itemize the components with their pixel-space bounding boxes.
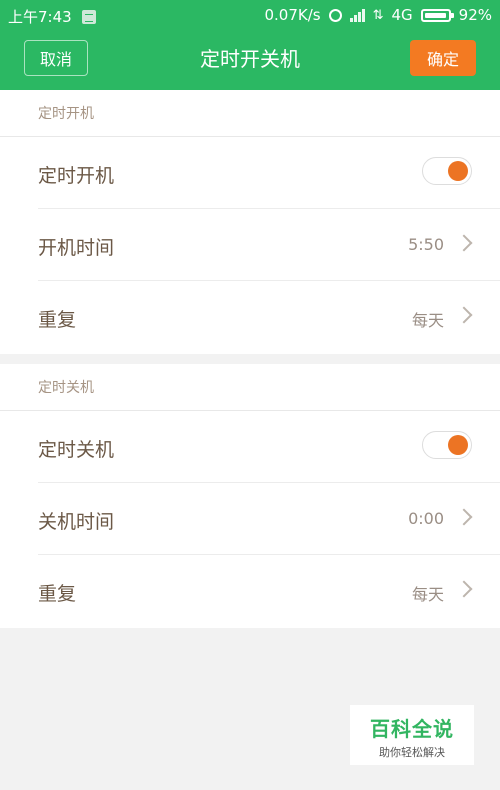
alarm-icon (328, 8, 342, 22)
power-off-time-value: 0:00 (408, 509, 444, 528)
data-transfer-icon: ⇅ (372, 7, 384, 23)
row-label: 重复 (38, 583, 77, 605)
row-label: 定时开机 (38, 165, 115, 187)
power-on-toggle[interactable] (422, 157, 472, 185)
watermark-title: 百科全说 (370, 717, 454, 741)
row-label: 定时关机 (38, 439, 115, 461)
notification-icon (81, 9, 96, 24)
battery-level: 92% (458, 6, 492, 24)
toggle-knob (448, 435, 468, 455)
row-label: 关机时间 (38, 511, 115, 533)
watermark-subtitle: 助你轻松解决 (379, 746, 445, 759)
power-off-toggle[interactable] (422, 431, 472, 459)
chevron-right-icon (455, 580, 473, 598)
power-off-section: 定时关机 定时关机 关机时间 0:00 重复 每天 (0, 364, 500, 628)
power-off-repeat-value: 每天 (411, 585, 444, 604)
status-bar: 上午7:43 0.07K/s ⇅ 4G 92% (0, 0, 500, 30)
power-on-section: 定时开机 定时开机 开机时间 5:50 重复 每天 (0, 90, 500, 354)
toggle-knob (448, 161, 468, 181)
power-off-repeat-row[interactable]: 重复 每天 (38, 555, 500, 627)
watermark-logo: 百科全说 助你轻松解决 (350, 705, 474, 765)
power-on-time-row[interactable]: 开机时间 5:50 (38, 209, 500, 281)
page-title: 定时开关机 (200, 47, 300, 71)
confirm-button[interactable]: 确定 (410, 40, 476, 76)
chevron-right-icon (455, 306, 473, 324)
chevron-right-icon (455, 234, 473, 252)
chevron-right-icon (455, 508, 473, 526)
power-on-toggle-row[interactable]: 定时开机 (38, 137, 500, 209)
network-speed: 0.07K/s (264, 6, 321, 24)
status-time: 上午7:43 (8, 8, 72, 26)
row-label: 重复 (38, 309, 77, 331)
section-header: 定时开机 (0, 90, 500, 137)
power-off-toggle-row[interactable]: 定时关机 (38, 411, 500, 483)
power-on-repeat-row[interactable]: 重复 每天 (38, 281, 500, 353)
row-label: 开机时间 (38, 237, 115, 259)
cancel-button[interactable]: 取消 (24, 40, 88, 76)
battery-icon (420, 8, 454, 22)
power-off-time-row[interactable]: 关机时间 0:00 (38, 483, 500, 555)
app-header: 上午7:43 0.07K/s ⇅ 4G 92% 取消 定时开关机 确定 (0, 0, 500, 90)
signal-icon (349, 8, 365, 22)
power-on-repeat-value: 每天 (411, 311, 444, 330)
power-on-time-value: 5:50 (408, 235, 444, 254)
section-header: 定时关机 (0, 364, 500, 411)
network-type: 4G (391, 6, 413, 24)
